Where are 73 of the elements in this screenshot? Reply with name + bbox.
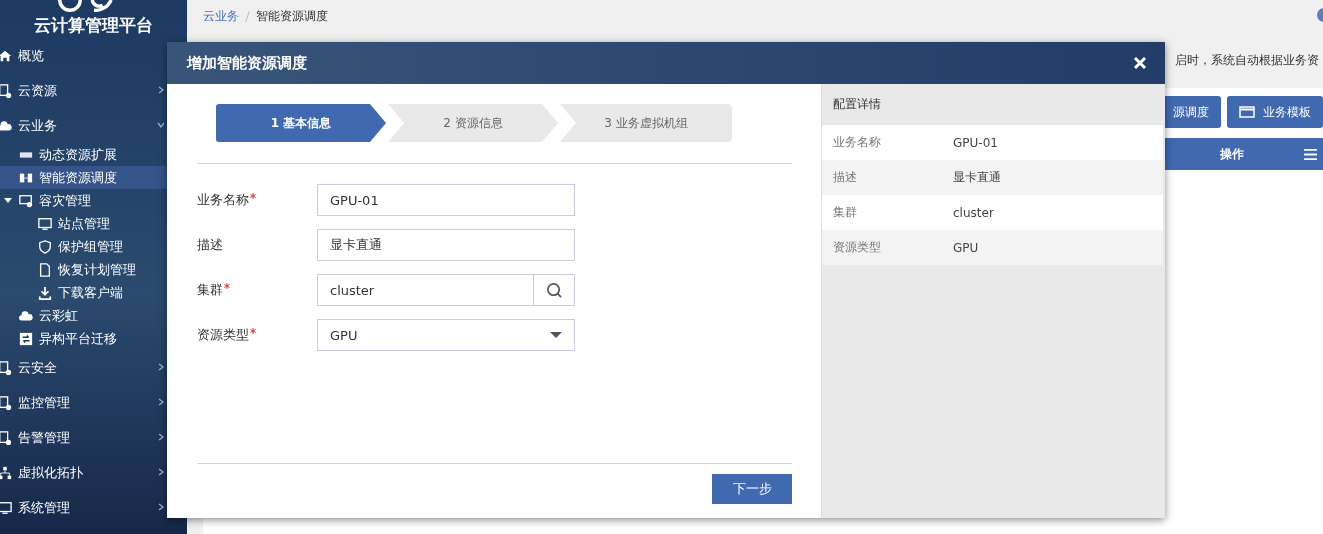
server-icon [0,83,12,98]
monitor-icon [38,216,52,231]
breadcrumb-separator-icon [245,10,250,22]
server-icon [0,430,12,445]
server-icon [0,395,12,410]
swap-icon [19,331,33,346]
caret-icon [4,198,12,203]
step-tab[interactable]: 3 业务虚拟机组 [560,104,732,142]
search-icon[interactable] [545,281,563,299]
platform-title: 云计算管理平台 [34,14,153,37]
close-icon[interactable] [1133,56,1147,70]
toolbar-button[interactable]: 业务模板 [1227,96,1323,128]
detail-label: 描述 [833,169,858,186]
sidebar-item[interactable]: 概览 [0,38,187,73]
text-field[interactable]: 显卡直通 [317,229,575,261]
detail-value: GPU [953,240,979,255]
sidebar-item[interactable]: 云资源 [0,73,187,108]
chevron-icon [157,433,165,441]
dialog-title: 增加智能资源调度 [187,53,307,73]
dropdown-caret-icon [550,332,562,338]
sidebar-item[interactable]: 监控管理 [0,385,187,420]
chevron-icon [157,468,165,476]
select-field[interactable]: GPU [317,319,575,351]
detail-label: 集群 [833,204,858,221]
sidebar-item[interactable]: 站点管理 [0,212,187,235]
chevron-icon [157,121,165,129]
field-label: 集群 [197,281,223,299]
server-icon [0,360,12,375]
sidebar-item[interactable]: 虚拟化拓扑 [0,455,187,490]
sidebar-item[interactable]: 系统管理 [0,490,187,525]
detail-value: cluster [953,205,994,220]
sidebar-item[interactable]: 异构平台迁移 [0,327,187,350]
field-label: 描述 [197,236,223,254]
chevron-icon [157,503,165,511]
sidebar-item[interactable]: 云安全 [0,350,187,385]
sidebar-item[interactable]: 保护组管理 [0,235,187,258]
chevron-icon [157,86,165,94]
chevron-icon [157,363,165,371]
sidebar-item[interactable]: 告警管理 [0,420,187,455]
menu-icon[interactable] [1304,148,1317,160]
detail-label: 业务名称 [833,134,882,151]
window-icon [1239,106,1255,118]
step-tab[interactable]: 1 基本信息 [216,104,386,142]
home-icon [0,48,12,63]
monitor-icon [19,193,33,208]
download-icon [38,285,52,300]
sidebar-item[interactable]: 动态资源扩展 [0,143,187,166]
detail-label: 资源类型 [833,239,882,256]
cloud-icon [19,308,33,323]
shield-icon [38,239,52,254]
field-label: 资源类型 [197,326,249,344]
panel-title: 配置详情 [832,96,882,113]
field-label: 业务名称 [197,191,249,209]
sidebar-item[interactable]: 容灾管理 [0,189,187,212]
cloud-icon [0,118,12,133]
next-button[interactable]: 下一步 [712,474,792,504]
sidebar-item[interactable]: 云业务 [0,108,187,143]
detail-value: GPU-01 [953,135,998,150]
monitor-icon [0,500,12,515]
column-header: 操作 [1220,145,1244,163]
notice-text: 启时，系统自动根据业务资 [1175,51,1319,69]
chevron-icon [157,398,165,406]
detail-value: 显卡直通 [953,169,1001,186]
search-field[interactable]: cluster [317,274,575,306]
sidebar-item[interactable]: 恢复计划管理 [0,258,187,281]
document-icon [38,262,52,277]
breadcrumb-link[interactable]: 云业务 [203,7,239,25]
network-icon [0,465,12,480]
step-tab[interactable]: 2 资源信息 [388,104,558,142]
sidebar-item[interactable]: 云彩虹 [0,304,187,327]
breadcrumb-item: 智能资源调度 [256,7,328,25]
text-field[interactable]: GPU-01 [317,184,575,216]
sidebar-item[interactable]: 下载客户端 [0,281,187,304]
